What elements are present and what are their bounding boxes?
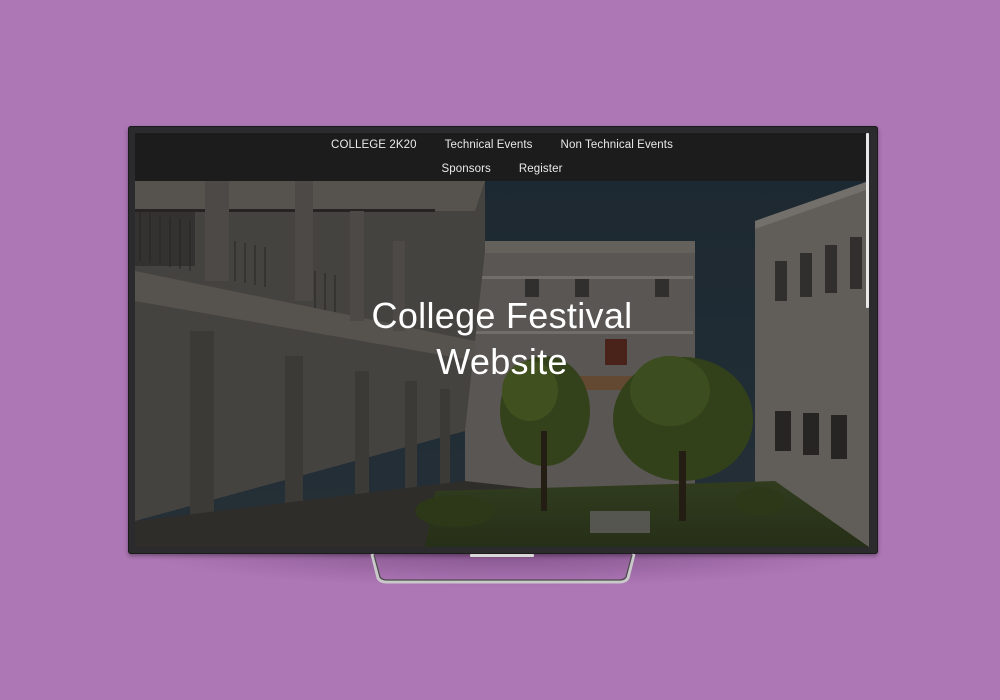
nav-row-secondary: Sponsors Register [441, 157, 562, 181]
hero-title: College Festival Website [135, 293, 869, 385]
top-navbar: COLLEGE 2K20 Technical Events Non Techni… [135, 133, 869, 181]
page-scrollbar[interactable] [866, 133, 869, 308]
hero-title-line-2: Website [436, 341, 568, 382]
tv-monitor: COLLEGE 2K20 Technical Events Non Techni… [128, 126, 878, 554]
nav-link-technical-events[interactable]: Technical Events [445, 139, 533, 151]
nav-row-primary: COLLEGE 2K20 Technical Events Non Techni… [331, 133, 673, 157]
nav-brand-link[interactable]: COLLEGE 2K20 [331, 139, 417, 151]
hero-title-line-1: College Festival [371, 295, 633, 336]
website-screen: COLLEGE 2K20 Technical Events Non Techni… [135, 133, 869, 547]
nav-link-register[interactable]: Register [519, 163, 563, 175]
nav-link-non-technical-events[interactable]: Non Technical Events [561, 139, 673, 151]
nav-link-sponsors[interactable]: Sponsors [441, 163, 490, 175]
hero-section: College Festival Website [135, 181, 869, 547]
tv-stand [370, 553, 636, 584]
